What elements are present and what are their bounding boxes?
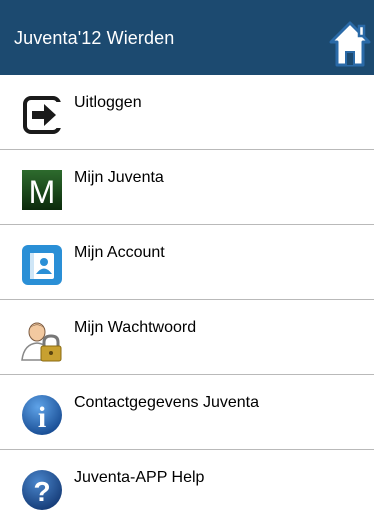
main-menu: Uitloggen M Mijn Juventa Mijn Account Mi… xyxy=(0,75,374,525)
logout-icon xyxy=(23,96,62,134)
app-header: Juventa'12 Wierden xyxy=(0,0,374,75)
info-icon: i xyxy=(22,395,62,435)
menu-item-label: Juventa-APP Help xyxy=(74,469,205,486)
menu-item-mijn-account[interactable]: Mijn Account xyxy=(0,225,374,300)
home-button[interactable] xyxy=(328,20,372,68)
help-icon: ? xyxy=(22,470,62,510)
menu-item-uitloggen[interactable]: Uitloggen xyxy=(0,75,374,150)
help-icon-glyph: ? xyxy=(33,476,50,507)
menu-item-contactgegevens[interactable]: i Contactgegevens Juventa xyxy=(0,375,374,450)
menu-item-help[interactable]: ? Juventa-APP Help xyxy=(0,450,374,525)
menu-item-label: Contactgegevens Juventa xyxy=(74,394,260,411)
home-icon xyxy=(329,21,371,67)
menu-item-label: Mijn Account xyxy=(74,244,165,261)
info-icon-letter: i xyxy=(38,401,46,434)
menu-item-label: Uitloggen xyxy=(74,94,142,111)
menu-item-label: Mijn Juventa xyxy=(74,169,164,186)
account-icon xyxy=(22,245,62,285)
menu-item-label: Mijn Wachtwoord xyxy=(74,319,197,336)
user-lock-icon xyxy=(21,322,62,362)
menu-item-mijn-juventa[interactable]: M Mijn Juventa xyxy=(0,150,374,225)
juventa-m-letter: M xyxy=(29,174,56,210)
app-title: Juventa'12 Wierden xyxy=(14,28,175,48)
juventa-m-icon: M xyxy=(22,170,62,210)
menu-item-mijn-wachtwoord[interactable]: Mijn Wachtwoord xyxy=(0,300,374,375)
